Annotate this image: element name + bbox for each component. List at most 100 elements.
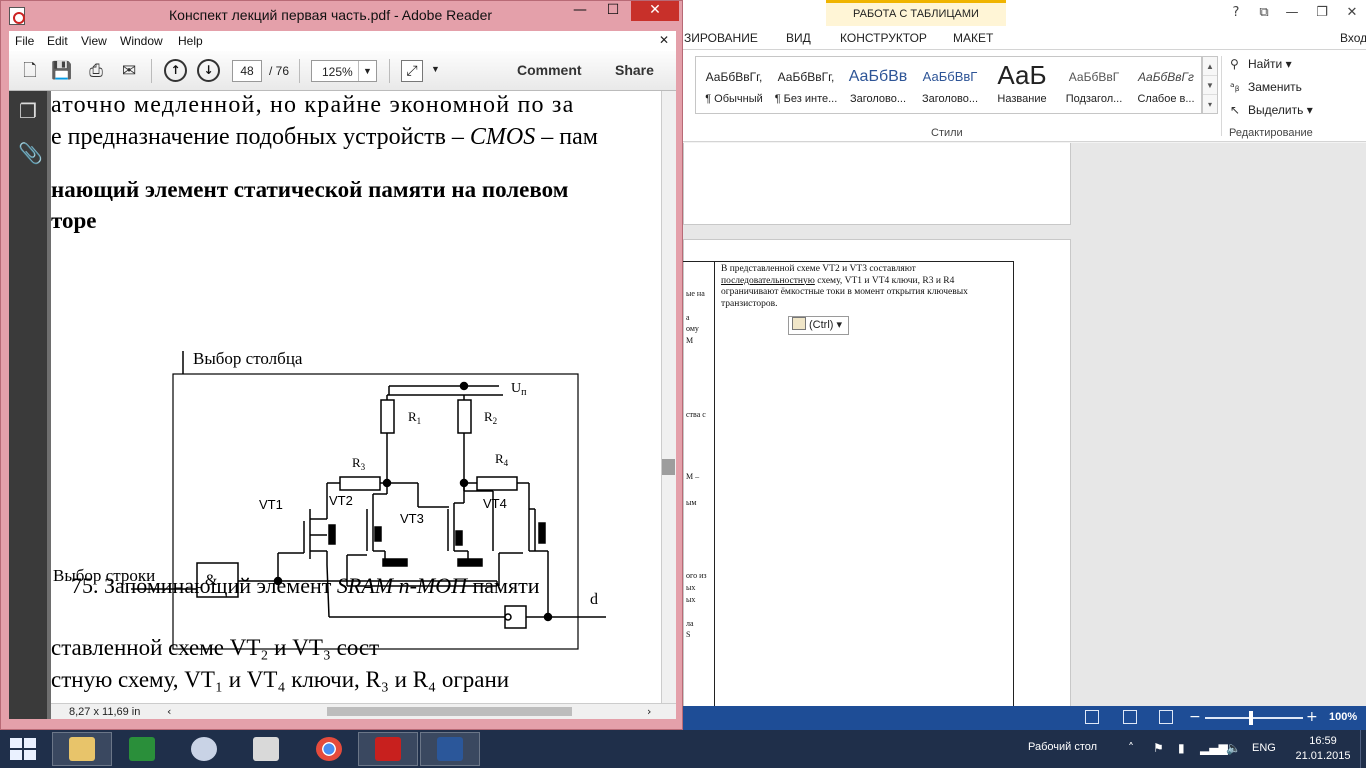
- print-layout-icon[interactable]: [1123, 710, 1137, 724]
- chevron-down-icon[interactable]: ▼: [431, 64, 440, 74]
- zoom-level[interactable]: 100%: [1329, 711, 1357, 723]
- start-button[interactable]: [10, 738, 36, 760]
- style-heading-1[interactable]: АаБбВв Заголово...: [842, 57, 914, 113]
- style-no-spacing[interactable]: АаБбВвГг, ¶ Без инте...: [770, 57, 842, 113]
- styles-gallery-scroll[interactable]: ▲ ▼ ▾: [1202, 56, 1218, 114]
- style-subtle-emphasis[interactable]: АаБбВвГг Слабое в...: [1130, 57, 1202, 113]
- attachment-icon[interactable]: 📎: [18, 141, 43, 165]
- resistor-label: R2: [484, 409, 497, 426]
- taskbar-chrome[interactable]: [299, 732, 359, 766]
- ribbon-display-icon[interactable]: ⧉: [1252, 4, 1276, 22]
- taskbar-word[interactable]: [420, 732, 480, 766]
- style-title[interactable]: АаБ Название: [986, 57, 1058, 113]
- menu-help[interactable]: Help: [178, 34, 203, 48]
- maximize-icon[interactable]: ☐: [597, 1, 629, 21]
- style-normal[interactable]: АаБбВвГг, ¶ Обычный: [698, 57, 770, 113]
- desktop-toolbar-label[interactable]: Рабочий стол: [1028, 741, 1097, 753]
- horizontal-scrollbar-thumb[interactable]: [327, 707, 572, 716]
- share-button[interactable]: Share: [615, 62, 654, 78]
- email-icon[interactable]: ✉: [118, 60, 140, 82]
- scroll-right-icon[interactable]: ›: [647, 705, 651, 718]
- page-thumbnails-icon[interactable]: ❐: [18, 99, 38, 123]
- fit-page-icon[interactable]: ⤢: [401, 60, 423, 82]
- chrome-icon: [316, 737, 342, 761]
- vertical-scrollbar[interactable]: [661, 91, 676, 703]
- chevron-down-icon[interactable]: ▼: [1203, 76, 1217, 95]
- chevron-up-icon[interactable]: ▲: [1203, 57, 1217, 76]
- close-icon[interactable]: ✕: [1340, 4, 1364, 22]
- restore-icon[interactable]: ❐: [1310, 4, 1334, 22]
- tab-review[interactable]: ЗИРОВАНИЕ: [684, 31, 758, 45]
- menu-view[interactable]: View: [81, 34, 107, 48]
- body-text: ставленной схеме VT₂ и VT₃ сост: [51, 635, 380, 660]
- replace-label: Заменить: [1248, 80, 1302, 94]
- style-subtitle[interactable]: АаБбВвГ Подзагол...: [1058, 57, 1130, 113]
- column-select-label: Выбор столбца: [193, 349, 303, 368]
- taskbar-app-2[interactable]: [236, 732, 296, 766]
- minimize-icon[interactable]: —: [1280, 4, 1304, 22]
- close-document-icon[interactable]: ✕: [659, 33, 669, 47]
- taskbar-adobe-reader[interactable]: [358, 732, 418, 766]
- page-number-input[interactable]: 48: [232, 60, 262, 82]
- language-indicator[interactable]: ENG: [1252, 742, 1276, 754]
- windows-logo-pane: [10, 750, 22, 760]
- help-icon[interactable]: ?: [1224, 4, 1248, 22]
- table-cell[interactable]: В представленной схеме VT2 и VT3 составл…: [714, 261, 1014, 709]
- taskbar-app[interactable]: [174, 732, 234, 766]
- body-text-italic: CMOS: [469, 124, 536, 150]
- close-icon[interactable]: ✕: [631, 1, 679, 21]
- caption-part: памяти: [467, 573, 540, 598]
- menu-edit[interactable]: Edit: [47, 34, 68, 48]
- style-heading-2[interactable]: АаБбВвГ Заголово...: [914, 57, 986, 113]
- adobe-reader-icon: [375, 737, 401, 761]
- menu-window[interactable]: Window: [120, 34, 163, 48]
- tab-view[interactable]: ВИД: [786, 31, 811, 45]
- tab-design[interactable]: КОНСТРУКТОР: [840, 31, 927, 45]
- supply-label: Uп: [511, 381, 527, 398]
- print-icon[interactable]: ⎙: [85, 60, 107, 82]
- text-fragment: M: [686, 336, 694, 345]
- paste-options-button[interactable]: (Ctrl) ▾: [788, 316, 849, 335]
- select-button[interactable]: ↖ Выделить ▾: [1230, 103, 1313, 117]
- flag-icon[interactable]: ⚑: [1153, 741, 1164, 755]
- resistor-label-text: R: [484, 409, 493, 424]
- zoom-select[interactable]: 125% ▼: [311, 60, 377, 82]
- web-layout-icon[interactable]: [1159, 710, 1173, 724]
- minimize-icon[interactable]: —: [564, 1, 596, 21]
- zoom-slider[interactable]: [1205, 717, 1303, 719]
- chevron-up-icon[interactable]: ˄: [1128, 741, 1134, 755]
- pdf-page[interactable]: аточно медленной, но крайне экономной по…: [51, 91, 661, 703]
- more-icon[interactable]: ▾: [1203, 95, 1217, 114]
- previous-page-icon[interactable]: ↑: [164, 59, 187, 82]
- next-page-icon[interactable]: ↓: [197, 59, 220, 82]
- read-mode-icon[interactable]: [1085, 710, 1099, 724]
- replace-icon: ᵃᵦ: [1230, 80, 1240, 94]
- tab-layout[interactable]: МАКЕТ: [953, 31, 993, 45]
- paste-options-label: (Ctrl): [809, 319, 834, 331]
- save-icon[interactable]: 💾: [51, 60, 73, 82]
- scroll-left-icon[interactable]: ‹: [167, 705, 171, 718]
- replace-button[interactable]: ᵃᵦ Заменить: [1230, 80, 1302, 94]
- scrollbar-thumb[interactable]: [662, 459, 675, 475]
- taskbar-store[interactable]: [112, 732, 172, 766]
- zoom-out-icon[interactable]: −: [1189, 709, 1201, 725]
- chevron-down-icon[interactable]: ▼: [358, 61, 376, 81]
- zoom-in-icon[interactable]: +: [1306, 709, 1318, 725]
- menu-file[interactable]: File: [15, 34, 34, 48]
- resistor-label-sub: 3: [361, 462, 366, 472]
- network-icon[interactable]: ▂▄▆: [1200, 741, 1228, 755]
- sign-in-link[interactable]: Вход: [1340, 31, 1366, 45]
- volume-icon[interactable]: 🔈: [1226, 741, 1241, 755]
- cell-text[interactable]: В представленной схеме VT2 и VT3 составл…: [721, 264, 1009, 310]
- styles-gallery: АаБбВвГг, ¶ Обычный АаБбВвГг, ¶ Без инте…: [695, 56, 1202, 114]
- find-button[interactable]: ⚲ Найти ▾: [1230, 57, 1292, 71]
- comment-button[interactable]: Comment: [517, 62, 582, 78]
- zoom-slider-thumb[interactable]: [1249, 711, 1253, 725]
- style-sample: АаБбВвГг,: [705, 70, 763, 84]
- show-desktop-button[interactable]: [1360, 730, 1366, 768]
- create-pdf-icon[interactable]: 🗋: [19, 60, 41, 82]
- page-total: / 76: [269, 64, 290, 78]
- taskbar-file-explorer[interactable]: [52, 732, 112, 766]
- clock[interactable]: 16:59 21.01.2015: [1293, 734, 1353, 764]
- battery-icon[interactable]: ▮: [1178, 741, 1185, 755]
